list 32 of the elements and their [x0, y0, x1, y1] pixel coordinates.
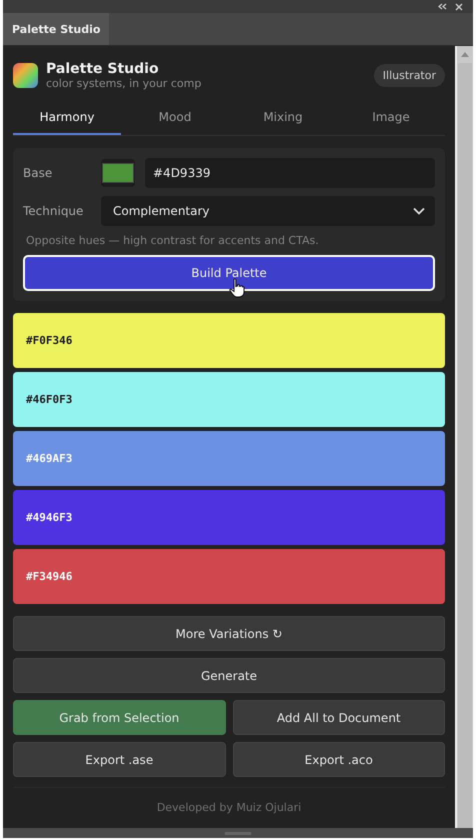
- action-button[interactable]: Export .ase: [13, 742, 226, 777]
- scrollbar[interactable]: [455, 46, 473, 828]
- app-subtitle: color systems, in your comp: [46, 76, 202, 90]
- logo-icon: [13, 62, 38, 88]
- action-button[interactable]: More Variations ↻: [13, 616, 445, 651]
- action-button[interactable]: Add All to Document: [232, 700, 445, 735]
- action-button[interactable]: Export .aco: [232, 742, 445, 777]
- action-button[interactable]: Grab from Selection: [13, 700, 226, 735]
- build-palette-button[interactable]: Build Palette: [23, 255, 435, 291]
- hex-input-field[interactable]: #4D9339: [145, 158, 435, 188]
- color-picker[interactable]: [101, 159, 135, 187]
- footer-credit: Developed by Muiz Ojulari: [13, 787, 445, 814]
- mode-tab[interactable]: Mood: [121, 102, 229, 135]
- technique-dropdown[interactable]: Complementary: [101, 196, 435, 226]
- action-button[interactable]: Generate: [13, 658, 445, 693]
- color-swatch[interactable]: #46F0F3: [13, 372, 445, 427]
- app-title: Palette Studio: [46, 60, 160, 76]
- color-swatch[interactable]: #F0F346: [13, 313, 445, 368]
- close-icon[interactable]: [455, 2, 463, 10]
- host-badge: Illustrator: [374, 64, 445, 86]
- collapse-icon[interactable]: [438, 3, 447, 10]
- chevron-down-icon: [413, 207, 425, 215]
- technique-hint: Opposite hues — high contrast for accents and CTAs.: [25, 234, 320, 247]
- base-label: Base: [23, 166, 54, 180]
- hand-cursor-icon: [229, 278, 245, 298]
- mode-tab[interactable]: Mixing: [229, 102, 337, 135]
- color-swatch[interactable]: #F34946: [13, 549, 445, 604]
- mode-tab[interactable]: Harmony: [13, 102, 121, 135]
- mode-tab[interactable]: Image: [337, 102, 445, 135]
- color-swatch[interactable]: #4946F3: [13, 490, 445, 545]
- technique-label: Technique: [23, 204, 84, 218]
- panel-tab[interactable]: Palette Studio: [3, 13, 110, 45]
